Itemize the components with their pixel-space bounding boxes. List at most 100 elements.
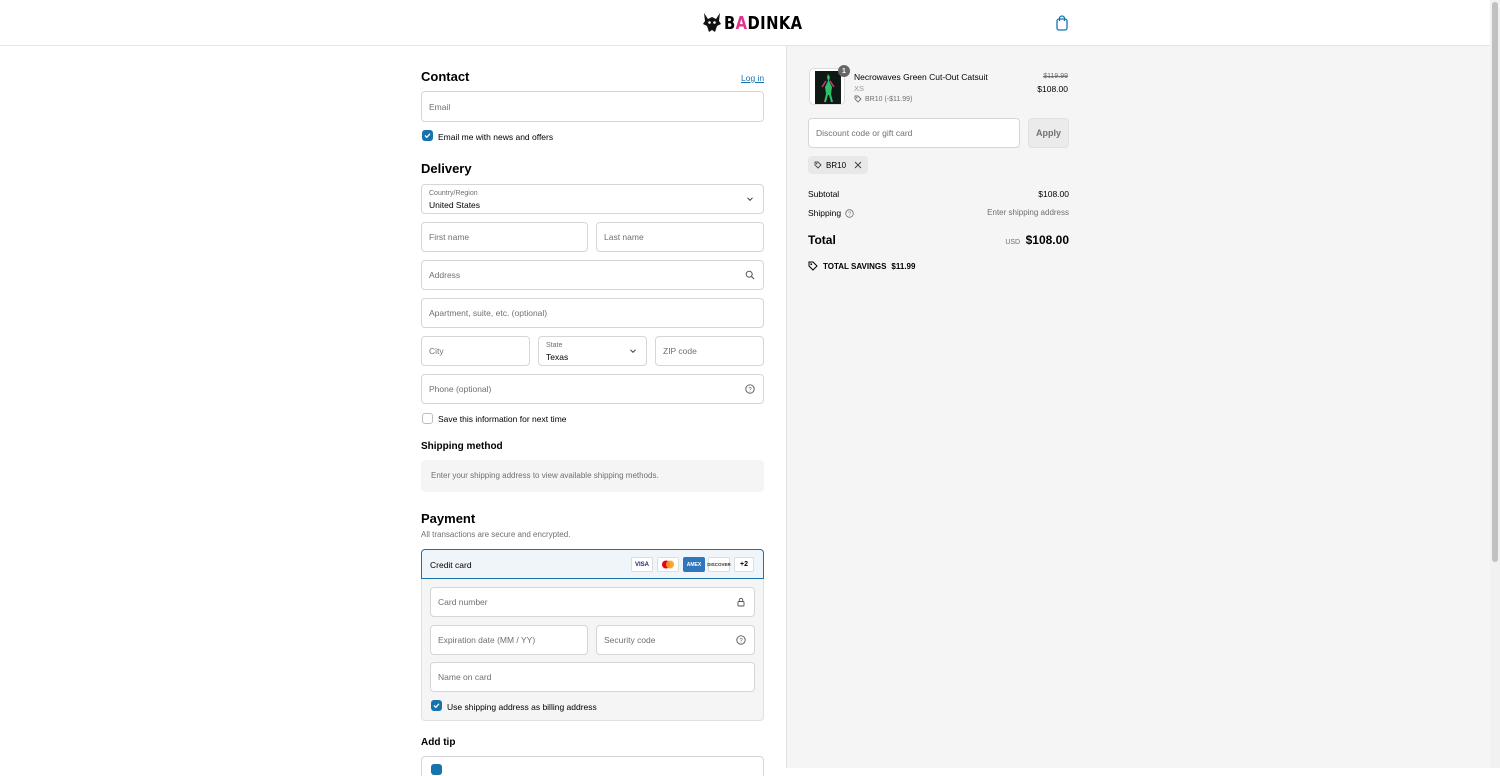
phone-placeholder: Phone (optional) — [429, 384, 492, 394]
address-input[interactable]: Address — [421, 260, 764, 290]
expiry-input[interactable]: Expiration date (MM / YY) — [430, 625, 588, 655]
apartment-input[interactable]: Apartment, suite, etc. (optional) — [421, 298, 764, 328]
close-icon[interactable] — [854, 161, 862, 169]
payment-subtitle: All transactions are secure and encrypte… — [421, 530, 571, 539]
tag-icon — [808, 261, 818, 271]
login-link[interactable]: Log in — [741, 73, 764, 83]
delivery-heading: Delivery — [421, 161, 472, 176]
tag-icon — [854, 95, 862, 103]
last-name-placeholder: Last name — [604, 232, 644, 242]
total-label: Total — [808, 233, 836, 247]
discount-code-input[interactable]: Discount code or gift card — [808, 118, 1020, 148]
news-offers-checkbox[interactable] — [422, 130, 433, 141]
zip-input[interactable]: ZIP code — [655, 336, 764, 366]
payment-heading: Payment — [421, 511, 476, 526]
product-discount-label: BR10 (-$11.99) — [865, 95, 913, 103]
lock-icon — [737, 597, 745, 607]
shipping-method-notice-text: Enter your shipping address to view avai… — [431, 471, 659, 480]
visa-icon: VISA — [631, 557, 653, 572]
total-row-value: USD $108.00 — [960, 233, 1069, 247]
shopping-bag-icon[interactable] — [1055, 15, 1069, 31]
subtotal-label: Subtotal — [808, 189, 840, 199]
chevron-down-icon — [747, 197, 753, 202]
apply-discount-button[interactable]: Apply — [1028, 118, 1069, 148]
shipping-value: Enter shipping address — [987, 208, 1069, 217]
city-placeholder: City — [429, 346, 444, 356]
check-icon — [424, 133, 431, 139]
currency-code: USD — [1005, 239, 1021, 246]
product-price: $108.00 — [1037, 84, 1068, 94]
scrollbar[interactable] — [1490, 0, 1500, 768]
security-code-placeholder: Security code — [604, 635, 656, 645]
country-select[interactable]: Country/Region United States — [421, 184, 764, 214]
mastercard-icon — [657, 557, 679, 572]
country-value: United States — [429, 200, 481, 210]
tip-box — [421, 756, 764, 776]
add-tip-heading: Add tip — [421, 737, 456, 748]
applied-discount-code: BR10 — [826, 160, 847, 170]
tag-icon — [814, 161, 822, 169]
chevron-down-icon — [630, 349, 636, 354]
help-circle-icon[interactable]: ? — [736, 635, 746, 645]
credit-card-option[interactable]: Credit card VISA AMEX DISCOVER +2 — [421, 549, 764, 579]
state-select[interactable]: State Texas — [538, 336, 647, 366]
card-number-placeholder: Card number — [438, 597, 488, 607]
product-name: Necrowaves Green Cut-Out Catsuit — [854, 72, 988, 82]
product-variant: XS — [854, 84, 865, 93]
address-placeholder: Address — [429, 270, 461, 280]
last-name-input[interactable]: Last name — [596, 222, 764, 252]
name-on-card-input[interactable]: Name on card — [430, 662, 755, 692]
email-input[interactable]: Email — [421, 91, 764, 122]
shipping-label: Shipping — [808, 208, 842, 218]
total-savings-value: $11.99 — [891, 261, 916, 271]
credit-card-label: Credit card — [430, 560, 472, 570]
scrollbar-thumb[interactable] — [1492, 2, 1498, 562]
zip-placeholder: ZIP code — [663, 346, 697, 356]
save-info-label: Save this information for next time — [438, 414, 567, 424]
applied-discount-chip[interactable]: BR10 — [808, 156, 869, 174]
svg-text:?: ? — [848, 211, 851, 217]
state-label: State — [546, 342, 563, 349]
check-icon — [433, 703, 440, 709]
first-name-input[interactable]: First name — [421, 222, 588, 252]
subtotal-value: $108.00 — [1038, 189, 1069, 199]
billing-same-checkbox[interactable] — [431, 700, 442, 711]
apartment-placeholder: Apartment, suite, etc. (optional) — [429, 308, 548, 318]
discover-icon: DISCOVER — [707, 557, 731, 572]
news-offers-label: Email me with news and offers — [438, 132, 554, 142]
tip-checkbox[interactable] — [431, 764, 442, 775]
more-cards-badge: +2 — [734, 557, 754, 572]
city-input[interactable]: City — [421, 336, 530, 366]
brand-logo[interactable]: BADINKA — [702, 11, 820, 35]
quantity-badge: 1 — [838, 65, 850, 77]
search-icon — [745, 270, 755, 280]
total-savings-label: TOTAL SAVINGS — [823, 261, 887, 271]
total-savings: TOTAL SAVINGS $11.99 — [808, 261, 915, 271]
brand-wordmark: BADINKA — [724, 12, 803, 34]
help-circle-icon[interactable]: ? — [845, 208, 854, 218]
shipping-method-heading: Shipping method — [421, 441, 503, 452]
first-name-placeholder: First name — [429, 232, 470, 242]
security-code-input[interactable]: Security code ? — [596, 625, 755, 655]
billing-same-label: Use shipping address as billing address — [447, 702, 597, 712]
order-summary-panel — [786, 46, 1500, 768]
amex-icon: AMEX — [683, 557, 705, 572]
card-number-input[interactable]: Card number — [430, 587, 755, 617]
name-on-card-placeholder: Name on card — [438, 672, 492, 682]
help-circle-icon[interactable]: ? — [745, 384, 755, 394]
phone-input[interactable]: Phone (optional) ? — [421, 374, 764, 404]
original-price: $119.99 — [1043, 73, 1068, 80]
country-label: Country/Region — [429, 190, 478, 197]
shipping-row: Shipping ? — [808, 208, 854, 218]
expiry-placeholder: Expiration date (MM / YY) — [438, 635, 536, 645]
state-value: Texas — [546, 352, 569, 362]
total-value: $108.00 — [1025, 233, 1069, 247]
demon-logo-icon — [703, 13, 721, 32]
email-placeholder: Email — [429, 101, 451, 112]
shipping-method-notice: Enter your shipping address to view avai… — [421, 460, 764, 492]
save-info-checkbox[interactable] — [422, 413, 433, 424]
header: BADINKA — [0, 0, 1500, 46]
contact-heading: Contact — [421, 69, 470, 84]
discount-code-placeholder: Discount code or gift card — [816, 128, 913, 138]
product-discount: BR10 (-$11.99) — [854, 95, 912, 103]
